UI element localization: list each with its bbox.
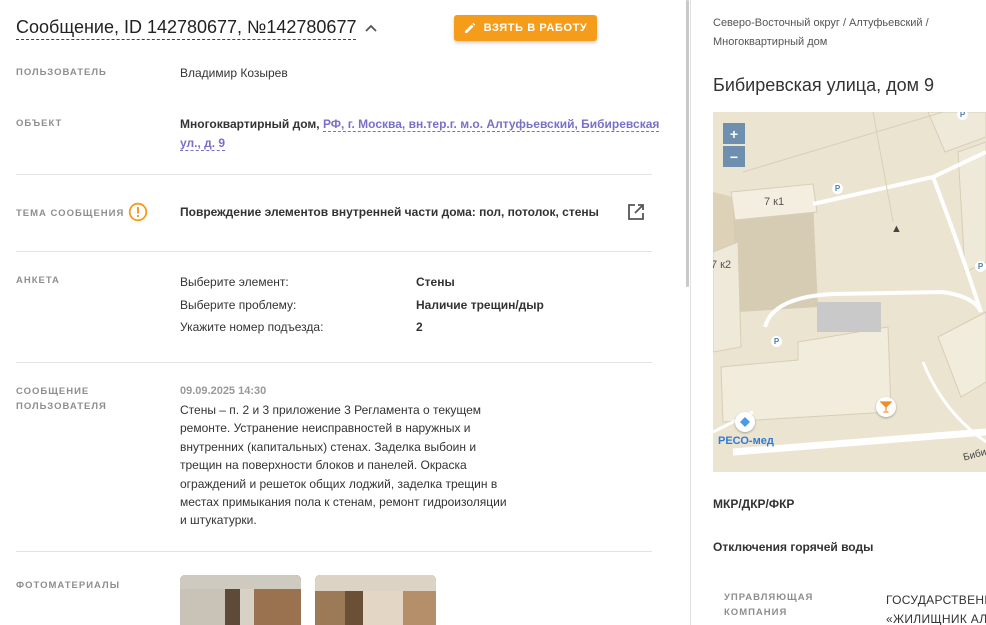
map-label-building: 7 к2 <box>713 259 732 271</box>
hot-water-link[interactable]: Отключения горячей воды <box>713 540 873 554</box>
topic-label: ТЕМА СООБЩЕНИЯ <box>16 208 125 219</box>
message-line: местах примыкания пола к стенам, ремонт … <box>180 495 507 510</box>
poi-icon[interactable] <box>735 412 755 432</box>
scrollbar[interactable] <box>686 0 689 287</box>
photo-thumbnail[interactable] <box>180 575 301 625</box>
title-row: Сообщение, ID 142780677, №142780677 <box>16 16 378 40</box>
object-value: Многоквартирный дом, РФ, г. Москва, вн.т… <box>180 115 660 153</box>
message-line: и штукатурки. <box>180 513 257 528</box>
survey-row: Укажите номер подъезда: 2 <box>180 316 544 339</box>
survey-row: Выберите элемент: Стены <box>180 271 544 294</box>
org-label: УПРАВЛЯЮЩАЯ КОМПАНИЯ <box>724 590 813 620</box>
org-value-line1: ГОСУДАРСТВЕНН <box>886 593 986 607</box>
message-line: ограждений и решеток общих лоджий, задел… <box>180 476 498 491</box>
map-marker-icon: ▲ <box>891 223 902 235</box>
divider <box>16 174 652 175</box>
survey-answer: 2 <box>416 320 423 334</box>
address-title: Бибиревская улица, дом 9 <box>713 75 935 95</box>
zoom-in-button[interactable]: + <box>723 123 745 144</box>
page-title[interactable]: Сообщение, ID 142780677, №142780677 <box>16 16 357 40</box>
topic-value: Повреждение элементов внутренней части д… <box>180 205 599 219</box>
survey-answer: Стены <box>416 275 455 289</box>
object-address-link[interactable]: РФ, г. Москва, вн.тер.г. м.о. Алтуфьевск… <box>322 117 660 132</box>
message-body: Стены – п. 2 и 3 приложение 3 Регламента… <box>180 401 530 530</box>
object-label: ОБЪЕКТ <box>16 118 63 129</box>
object-type: Многоквартирный дом, <box>180 117 320 131</box>
map-label-poi[interactable]: РЕСО-мед <box>718 435 774 447</box>
breadcrumb: Северо-Восточный округ / Алтуфьевский / … <box>713 14 929 52</box>
message-line: ремонте. Устранение неисправностей в нар… <box>180 421 471 436</box>
survey-question: Укажите номер подъезда: <box>180 320 324 334</box>
survey-label: АНКЕТА <box>16 275 60 286</box>
user-label: ПОЛЬЗОВАТЕЛЬ <box>16 67 107 78</box>
parking-icon: P <box>975 261 986 272</box>
message-line: внутренних (капитальных) стенах. Заделка… <box>180 439 477 454</box>
message-label-line2: ПОЛЬЗОВАТЕЛЯ <box>16 401 107 412</box>
breadcrumb-line2[interactable]: Многоквартирный дом <box>713 36 827 48</box>
org-value: ГОСУДАРСТВЕНН «ЖИЛИЩНИК АЛ <box>886 591 986 625</box>
zoom-out-button[interactable]: − <box>723 146 745 167</box>
address-panel: Северо-Восточный округ / Алтуфьевский / … <box>691 0 986 625</box>
programs-link[interactable]: МКР/ДКР/ФКР <box>713 497 794 511</box>
map[interactable]: + − 7 к1 7 к2 P P P P РЕСО-мед Бибир ▲ <box>713 112 986 472</box>
message-label: СООБЩЕНИЕ ПОЛЬЗОВАТЕЛЯ <box>16 384 107 414</box>
message-line: трещин на поверхности блоков и панелей. … <box>180 458 467 473</box>
divider <box>16 362 652 363</box>
photos-label: ФОТОМАТЕРИАЛЫ <box>16 580 121 591</box>
divider <box>16 251 652 252</box>
object-address-link-cont[interactable]: ул., д. 9 <box>180 136 226 151</box>
warning-icon <box>128 202 148 227</box>
survey-row: Выберите проблему: Наличие трещин/дыр <box>180 294 544 317</box>
divider <box>16 551 652 552</box>
take-to-work-button[interactable]: ВЗЯТЬ В РАБОТУ <box>454 15 597 41</box>
parking-icon: P <box>771 336 782 347</box>
external-link-icon[interactable] <box>626 202 646 227</box>
org-label-line1: УПРАВЛЯЮЩАЯ <box>724 592 814 603</box>
org-label-line2: КОМПАНИЯ <box>724 607 788 618</box>
message-panel: Сообщение, ID 142780677, №142780677 ВЗЯТ… <box>0 0 690 625</box>
take-to-work-label: ВЗЯТЬ В РАБОТУ <box>483 22 588 34</box>
map-label-building: 7 к1 <box>764 196 785 208</box>
pencil-icon <box>464 22 475 33</box>
message-date: 09.09.2025 14:30 <box>180 385 267 397</box>
org-value-line2: «ЖИЛИЩНИК АЛ <box>886 611 986 625</box>
breadcrumb-line1[interactable]: Северо-Восточный округ / Алтуфьевский / <box>713 17 929 29</box>
survey-answer: Наличие трещин/дыр <box>416 297 544 312</box>
chevron-up-icon[interactable] <box>364 23 378 33</box>
survey-question: Выберите элемент: <box>180 275 289 289</box>
photo-thumbnail[interactable] <box>315 575 436 625</box>
parking-icon: P <box>832 183 843 194</box>
user-value: Владимир Козырев <box>180 66 288 80</box>
pharmacy-icon[interactable] <box>876 397 896 417</box>
message-line: Стены – п. 2 и 3 приложение 3 Регламента… <box>180 403 482 417</box>
message-label-line1: СООБЩЕНИЕ <box>16 386 90 397</box>
survey-list: Выберите элемент: Стены Выберите проблем… <box>180 271 544 339</box>
survey-question: Выберите проблему: <box>180 297 297 312</box>
